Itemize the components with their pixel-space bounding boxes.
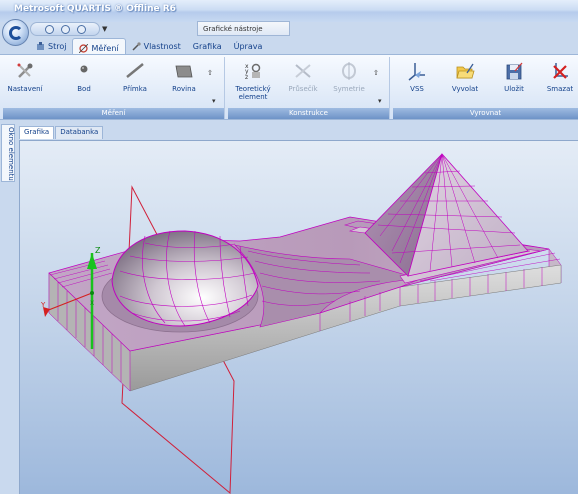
tab-stroj-label: Stroj [48,42,67,51]
more-constructions-icon[interactable]: ⇧ [373,69,379,77]
open-folder-icon [456,63,475,79]
group-konstrukce: x y z Teoretický element Průsečík Symetr… [228,57,390,119]
primka-button[interactable]: Přímka [115,61,155,93]
ribbon-panel: Nastavení Bod Přímka Rovina ⇧ ▾ Měření x… [0,54,578,120]
delete-coordinate-system-icon [553,63,568,79]
smazat-button[interactable]: Smazat [541,61,578,93]
nastaveni-button[interactable]: Nastavení [5,61,45,93]
graphics-viewport[interactable]: Z Y X [19,140,578,494]
refresh-icon[interactable] [77,25,86,34]
element-window-tab[interactable]: Okno elementu [1,124,15,182]
group-konstrukce-dropdown-icon[interactable]: ▾ [378,97,382,105]
machine-icon [37,42,44,50]
tab-doc-grafika[interactable]: Grafika [19,126,55,139]
vyvolat-button[interactable]: Vyvolat [445,61,485,93]
customize-qat-dropdown-icon[interactable]: ▼ [102,25,107,33]
group-konstrukce-label: Konstrukce [228,108,389,119]
tab-mereni-label: Měření [91,43,119,53]
title-bar: Metrosoft QUARTIS ® Offline R6 [0,0,578,22]
tab-doc-databanka[interactable]: Databanka [55,126,104,139]
axis-x-label: X [90,300,94,307]
theoretical-element-icon: x y z [245,63,261,81]
tab-grafika-label: Grafika [192,42,222,51]
tab-vlastnost-label: Vlastnost [143,42,181,51]
smazat-label: Smazat [546,85,574,93]
ulozit-label: Uložit [504,85,524,93]
teoreticky-element-button[interactable]: x y z Teoretický element [230,61,276,101]
prusecik-label: Průsečík [288,85,318,93]
intersection-icon [295,64,311,78]
tab-stroj[interactable]: Stroj [30,38,72,53]
side-dock: Okno elementu [0,124,16,494]
bod-button[interactable]: Bod [66,61,102,93]
element-window-label: Okno elementu [7,127,15,181]
group-mereni: Nastavení Bod Přímka Rovina ⇧ ▾ Měření [3,57,225,119]
ribbon-tab-row: Stroj Měření Vlastnost Grafika Úprava [30,38,269,55]
redo-icon[interactable] [61,25,70,34]
vss-label: VSS [410,85,424,93]
symmetry-icon [342,62,356,80]
more-elements-icon[interactable]: ⇧ [207,69,213,77]
tab-grafika[interactable]: Grafika [187,38,228,53]
cad-model-view[interactable]: Z Y X [20,141,578,494]
undo-icon[interactable] [45,25,54,34]
group-mereni-label: Měření [3,108,224,119]
contextual-tab-graphics-tools[interactable]: Grafické nástroje [197,21,290,36]
quick-access-toolbar [30,22,100,36]
teoreticky-label: Teoretický [235,85,271,93]
coordinate-system-icon [408,63,425,81]
app-logo-icon [9,26,23,40]
vss-button[interactable]: VSS [399,61,435,93]
primka-label: Přímka [123,85,147,93]
tab-uprava[interactable]: Úprava [228,38,269,53]
group-mereni-dropdown-icon[interactable]: ▾ [212,97,216,105]
axis-y-label: Y [40,301,46,309]
app-window: Metrosoft QUARTIS ® Offline R6 Grafické … [0,0,578,494]
line-icon [126,63,144,78]
measure-icon [79,43,89,53]
ulozit-button[interactable]: Uložit [495,61,533,93]
rovina-label: Rovina [172,85,196,93]
symetrie-button[interactable]: Symetrie [328,61,370,93]
tab-mereni[interactable]: Měření [72,38,126,55]
tab-vlastnost[interactable]: Vlastnost [126,38,187,53]
save-disk-icon [506,62,523,80]
application-menu-button[interactable] [2,19,29,46]
point-icon [80,65,88,73]
symetrie-label: Symetrie [333,85,365,93]
rovina-button[interactable]: Rovina [165,61,203,93]
group-vyrovnat-label: Vyrovnat [393,108,578,119]
prusecik-button[interactable]: Průsečík [283,61,323,93]
plane-icon [175,65,193,78]
bod-label: Bod [77,85,91,93]
axis-z-label: Z [95,246,101,255]
tab-uprava-label: Úprava [233,42,263,51]
settings-tools-icon [17,63,33,78]
nastaveni-label: Nastavení [7,85,43,93]
group-vyrovnat: VSS Vyvolat Uložit Smazat Vyrovnat [393,57,578,119]
document-tabs: Grafika Databanka [19,126,104,140]
vyvolat-label: Vyvolat [451,85,479,93]
window-title: Metrosoft QUARTIS ® Offline R6 [14,4,176,14]
svg-text:z: z [245,74,248,81]
element-label: element [238,93,268,101]
property-icon [132,42,141,51]
